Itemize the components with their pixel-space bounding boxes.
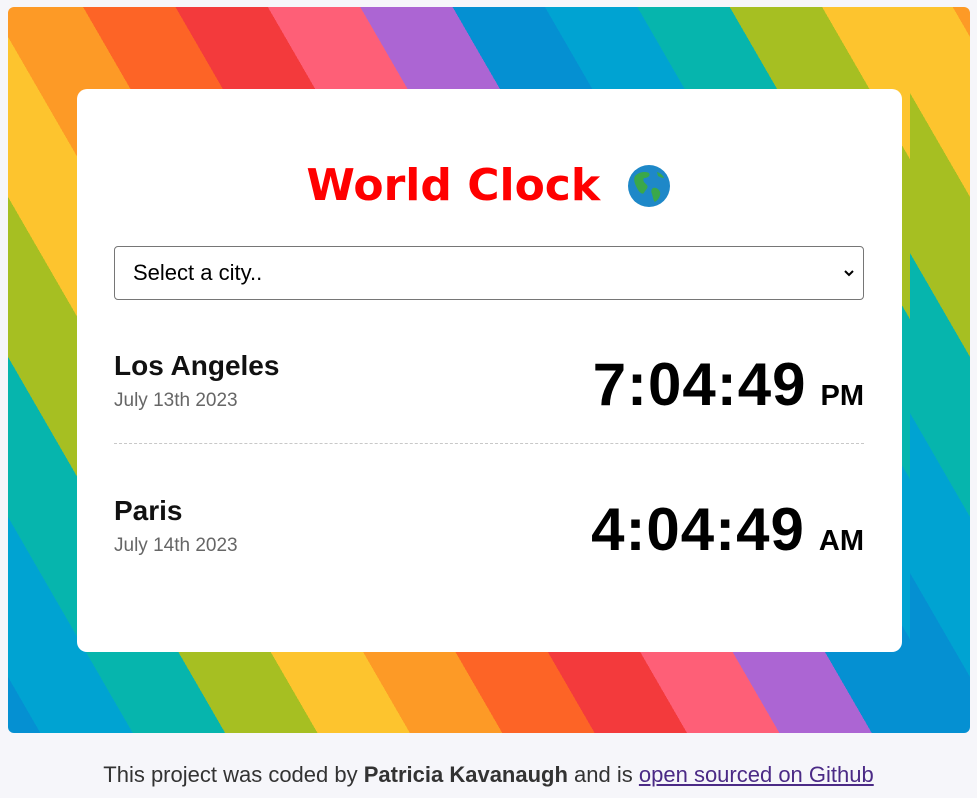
city-divider <box>114 443 864 444</box>
city-name: Paris <box>114 495 183 526</box>
time-ampm: PM <box>820 380 865 412</box>
city-select-placeholder: Select a city.. <box>133 260 263 285</box>
city-date: July 13th 2023 <box>114 390 238 411</box>
time-digits: 7:04:49 <box>592 351 807 418</box>
city-time: 7:04:49 PM <box>593 350 864 419</box>
footer-middle: and is <box>574 762 633 787</box>
city-date: July 14th 2023 <box>114 535 238 556</box>
header: World Clock <box>0 160 977 220</box>
chevron-down-icon <box>844 270 854 277</box>
footer: This project was coded by Patricia Kavan… <box>0 762 977 788</box>
footer-prefix: This project was coded by <box>103 762 358 787</box>
city-time: 4:04:49 AM <box>591 495 864 564</box>
city-name: Los Angeles <box>114 350 280 381</box>
github-link[interactable]: open sourced on Github <box>639 762 874 787</box>
time-digits: 4:04:49 <box>591 496 805 563</box>
page-title: World Clock <box>306 160 601 211</box>
time-ampm: AM <box>818 525 864 557</box>
footer-author: Patricia Kavanaugh <box>363 762 568 787</box>
globe-icon <box>627 164 670 207</box>
city-row-paris: Paris July 14th 2023 4:04:49 AM <box>114 495 864 565</box>
city-select[interactable]: Select a city.. <box>114 246 864 300</box>
city-row-los-angeles: Los Angeles July 13th 2023 7:04:49 PM <box>114 350 864 420</box>
